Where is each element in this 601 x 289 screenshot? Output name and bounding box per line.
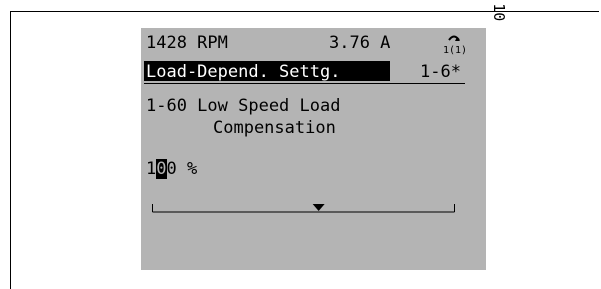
frame-left-border <box>10 11 11 289</box>
speed-readout: 1428 RPM <box>146 33 228 53</box>
value-unit: 0 % <box>166 159 198 179</box>
parameter-name-line2: Compensation <box>213 118 336 138</box>
menu-index-box: 1-6* <box>393 61 465 82</box>
scale-marker-icon <box>312 204 325 211</box>
lcp-display: 1428 RPM 3.76 A 1(1) Load-Depend. Settg.… <box>141 28 486 270</box>
parameter-value[interactable]: 100 % <box>146 159 198 179</box>
frame-top-border <box>10 11 599 12</box>
menu-title-bar: Load-Depend. Settg. <box>144 61 390 82</box>
svg-text:1(1): 1(1) <box>443 45 465 55</box>
value-cursor-digit[interactable]: 0 <box>156 159 167 179</box>
menu-index: 1-6* <box>420 62 461 82</box>
figure-code: 130BP069.10 <box>490 0 510 138</box>
value-bar <box>152 204 455 213</box>
menu-underline <box>144 83 465 84</box>
menu-level-icon: 1(1) <box>443 35 465 55</box>
figure-code-text: 130BP069.10 <box>490 0 508 30</box>
current-readout: 3.76 A <box>329 33 391 53</box>
menu-title: Load-Depend. Settg. <box>146 62 341 82</box>
value-digit: 1 <box>146 159 157 179</box>
parameter-name-line1: 1-60 Low Speed Load <box>146 96 341 116</box>
